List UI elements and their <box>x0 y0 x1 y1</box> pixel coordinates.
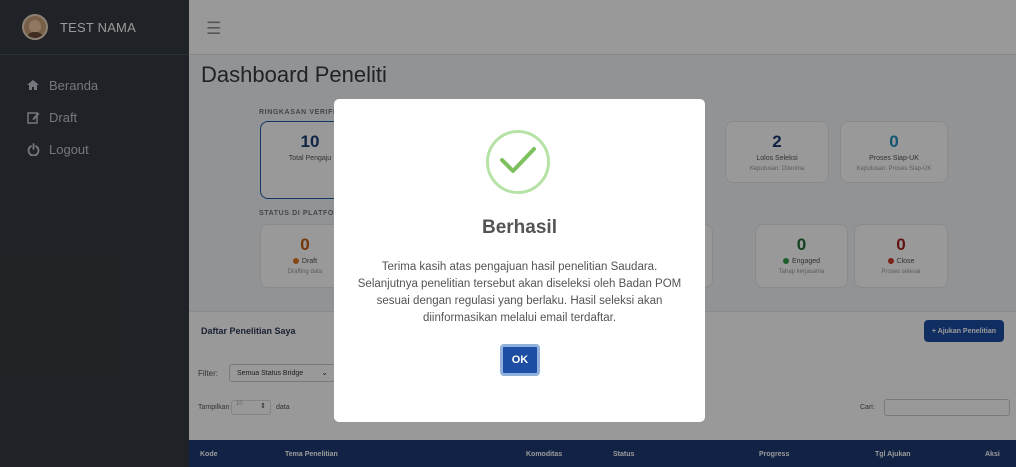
dialog-title: Berhasil <box>482 217 557 238</box>
success-dialog: Berhasil Terima kasih atas pengajuan has… <box>334 99 705 422</box>
success-check-icon <box>486 130 550 194</box>
dialog-message: Terima kasih atas pengajuan hasil peneli… <box>357 261 682 324</box>
ok-button[interactable]: OK <box>500 344 540 376</box>
